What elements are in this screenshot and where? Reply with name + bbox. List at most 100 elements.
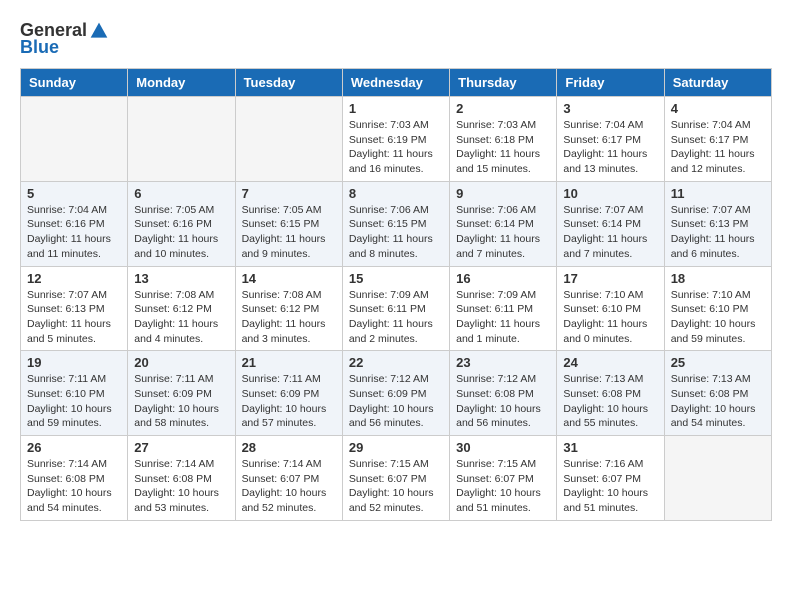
calendar-day: 31 Sunrise: 7:16 AMSunset: 6:07 PMDayligh… <box>557 436 664 521</box>
page-header: General Blue <box>20 20 772 58</box>
day-number: 20 <box>134 355 228 370</box>
day-info: Sunrise: 7:09 AMSunset: 6:11 PMDaylight:… <box>349 288 443 347</box>
day-info: Sunrise: 7:11 AMSunset: 6:10 PMDaylight:… <box>27 372 121 431</box>
day-info: Sunrise: 7:14 AMSunset: 6:08 PMDaylight:… <box>27 457 121 516</box>
day-number: 15 <box>349 271 443 286</box>
calendar-day: 8Sunrise: 7:06 AMSunset: 6:15 PMDaylight… <box>342 181 449 266</box>
calendar-day: 7 Sunrise: 7:05 AMSunset: 6:15 PMDaylight… <box>235 181 342 266</box>
calendar-week-row: 26 Sunrise: 7:14 AMSunset: 6:08 PMDayligh… <box>21 436 772 521</box>
day-number: 22 <box>349 355 443 370</box>
calendar-day: 11 Sunrise: 7:07 AMSunset: 6:13 PMDayligh… <box>664 181 771 266</box>
calendar-day: 18Sunrise: 7:10 AMSunset: 6:10 PMDayligh… <box>664 266 771 351</box>
calendar-day: 2 Sunrise: 7:03 AMSunset: 6:18 PMDaylight… <box>450 97 557 182</box>
day-number: 28 <box>242 440 336 455</box>
day-number: 1 <box>349 101 443 116</box>
day-info: Sunrise: 7:11 AMSunset: 6:09 PMDaylight:… <box>242 372 336 431</box>
calendar-day: 9 Sunrise: 7:06 AMSunset: 6:14 PMDaylight… <box>450 181 557 266</box>
day-number: 18 <box>671 271 765 286</box>
calendar-day: 22 Sunrise: 7:12 AMSunset: 6:09 PMDayligh… <box>342 351 449 436</box>
day-number: 13 <box>134 271 228 286</box>
calendar-week-row: 12 Sunrise: 7:07 AMSunset: 6:13 PMDayligh… <box>21 266 772 351</box>
day-info: Sunrise: 7:07 AMSunset: 6:13 PMDaylight:… <box>27 288 121 347</box>
logo-blue: Blue <box>20 37 59 58</box>
calendar-day: 12 Sunrise: 7:07 AMSunset: 6:13 PMDayligh… <box>21 266 128 351</box>
calendar-day: 29Sunrise: 7:15 AMSunset: 6:07 PMDayligh… <box>342 436 449 521</box>
calendar-day: 6 Sunrise: 7:05 AMSunset: 6:16 PMDaylight… <box>128 181 235 266</box>
calendar-day: 1Sunrise: 7:03 AMSunset: 6:19 PMDaylight… <box>342 97 449 182</box>
calendar-day: 3Sunrise: 7:04 AMSunset: 6:17 PMDaylight… <box>557 97 664 182</box>
day-info: Sunrise: 7:14 AMSunset: 6:07 PMDaylight:… <box>242 457 336 516</box>
day-info: Sunrise: 7:13 AMSunset: 6:08 PMDaylight:… <box>563 372 657 431</box>
day-info: Sunrise: 7:08 AMSunset: 6:12 PMDaylight:… <box>134 288 228 347</box>
logo: General Blue <box>20 20 109 58</box>
day-info: Sunrise: 7:08 AMSunset: 6:12 PMDaylight:… <box>242 288 336 347</box>
day-info: Sunrise: 7:12 AMSunset: 6:09 PMDaylight:… <box>349 372 443 431</box>
calendar-header-row: SundayMondayTuesdayWednesdayThursdayFrid… <box>21 69 772 97</box>
day-number: 23 <box>456 355 550 370</box>
calendar-week-row: 1Sunrise: 7:03 AMSunset: 6:19 PMDaylight… <box>21 97 772 182</box>
day-header-friday: Friday <box>557 69 664 97</box>
calendar-day: 30Sunrise: 7:15 AMSunset: 6:07 PMDayligh… <box>450 436 557 521</box>
calendar-day: 4 Sunrise: 7:04 AMSunset: 6:17 PMDaylight… <box>664 97 771 182</box>
calendar-day: 21 Sunrise: 7:11 AMSunset: 6:09 PMDayligh… <box>235 351 342 436</box>
logo-icon <box>89 21 109 41</box>
calendar-day: 28 Sunrise: 7:14 AMSunset: 6:07 PMDayligh… <box>235 436 342 521</box>
calendar-week-row: 19 Sunrise: 7:11 AMSunset: 6:10 PMDayligh… <box>21 351 772 436</box>
calendar-day: 14 Sunrise: 7:08 AMSunset: 6:12 PMDayligh… <box>235 266 342 351</box>
day-info: Sunrise: 7:06 AMSunset: 6:14 PMDaylight:… <box>456 203 550 262</box>
day-number: 24 <box>563 355 657 370</box>
day-info: Sunrise: 7:03 AMSunset: 6:18 PMDaylight:… <box>456 118 550 177</box>
day-number: 5 <box>27 186 121 201</box>
day-info: Sunrise: 7:12 AMSunset: 6:08 PMDaylight:… <box>456 372 550 431</box>
day-info: Sunrise: 7:04 AMSunset: 6:17 PMDaylight:… <box>671 118 765 177</box>
day-info: Sunrise: 7:10 AMSunset: 6:10 PMDaylight:… <box>563 288 657 347</box>
day-info: Sunrise: 7:05 AMSunset: 6:15 PMDaylight:… <box>242 203 336 262</box>
calendar-day: 24 Sunrise: 7:13 AMSunset: 6:08 PMDayligh… <box>557 351 664 436</box>
day-header-thursday: Thursday <box>450 69 557 97</box>
day-info: Sunrise: 7:11 AMSunset: 6:09 PMDaylight:… <box>134 372 228 431</box>
day-number: 25 <box>671 355 765 370</box>
calendar-day: 25 Sunrise: 7:13 AMSunset: 6:08 PMDayligh… <box>664 351 771 436</box>
calendar-day: 23 Sunrise: 7:12 AMSunset: 6:08 PMDayligh… <box>450 351 557 436</box>
day-header-wednesday: Wednesday <box>342 69 449 97</box>
day-info: Sunrise: 7:15 AMSunset: 6:07 PMDaylight:… <box>349 457 443 516</box>
day-number: 3 <box>563 101 657 116</box>
day-number: 11 <box>671 186 765 201</box>
day-info: Sunrise: 7:04 AMSunset: 6:16 PMDaylight:… <box>27 203 121 262</box>
day-info: Sunrise: 7:16 AMSunset: 6:07 PMDaylight:… <box>563 457 657 516</box>
calendar-day: 15 Sunrise: 7:09 AMSunset: 6:11 PMDayligh… <box>342 266 449 351</box>
day-number: 7 <box>242 186 336 201</box>
calendar-day <box>128 97 235 182</box>
day-info: Sunrise: 7:07 AMSunset: 6:13 PMDaylight:… <box>671 203 765 262</box>
day-number: 26 <box>27 440 121 455</box>
day-header-saturday: Saturday <box>664 69 771 97</box>
day-number: 2 <box>456 101 550 116</box>
calendar-day: 20 Sunrise: 7:11 AMSunset: 6:09 PMDayligh… <box>128 351 235 436</box>
day-header-tuesday: Tuesday <box>235 69 342 97</box>
day-number: 6 <box>134 186 228 201</box>
calendar-day: 27Sunrise: 7:14 AMSunset: 6:08 PMDayligh… <box>128 436 235 521</box>
day-number: 10 <box>563 186 657 201</box>
day-number: 14 <box>242 271 336 286</box>
day-number: 12 <box>27 271 121 286</box>
calendar-day: 13 Sunrise: 7:08 AMSunset: 6:12 PMDayligh… <box>128 266 235 351</box>
day-number: 21 <box>242 355 336 370</box>
calendar-day <box>235 97 342 182</box>
calendar-day: 19 Sunrise: 7:11 AMSunset: 6:10 PMDayligh… <box>21 351 128 436</box>
day-number: 19 <box>27 355 121 370</box>
day-header-monday: Monday <box>128 69 235 97</box>
day-header-sunday: Sunday <box>21 69 128 97</box>
calendar-day <box>21 97 128 182</box>
day-number: 17 <box>563 271 657 286</box>
calendar-day: 16Sunrise: 7:09 AMSunset: 6:11 PMDayligh… <box>450 266 557 351</box>
calendar-day <box>664 436 771 521</box>
day-number: 30 <box>456 440 550 455</box>
day-info: Sunrise: 7:14 AMSunset: 6:08 PMDaylight:… <box>134 457 228 516</box>
day-number: 9 <box>456 186 550 201</box>
calendar-table: SundayMondayTuesdayWednesdayThursdayFrid… <box>20 68 772 521</box>
day-number: 4 <box>671 101 765 116</box>
day-number: 31 <box>563 440 657 455</box>
day-info: Sunrise: 7:13 AMSunset: 6:08 PMDaylight:… <box>671 372 765 431</box>
day-info: Sunrise: 7:05 AMSunset: 6:16 PMDaylight:… <box>134 203 228 262</box>
day-info: Sunrise: 7:09 AMSunset: 6:11 PMDaylight:… <box>456 288 550 347</box>
